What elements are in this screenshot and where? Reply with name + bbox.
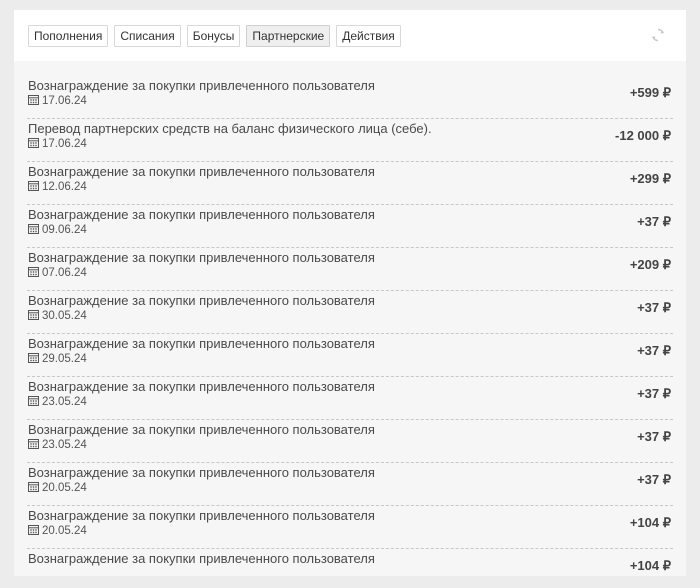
transaction-date-text: 29.05.24 — [42, 353, 87, 365]
transaction-list: Вознаграждение за покупки привлеченного … — [14, 61, 686, 576]
calendar-icon — [28, 223, 39, 237]
transaction-amount: +37 ₽ — [637, 429, 671, 444]
transaction-amount: -12 000 ₽ — [615, 128, 671, 143]
transaction-title: Вознаграждение за покупки привлеченного … — [28, 508, 375, 523]
transaction-date: 07.06.24 — [28, 266, 87, 280]
filter-tabs: Пополнения Списания Бонусы Партнерские Д… — [28, 25, 401, 47]
transaction-amount: +104 ₽ — [629, 515, 671, 530]
transaction-title: Вознаграждение за покупки привлеченного … — [28, 250, 375, 265]
calendar-icon — [28, 352, 39, 366]
tab-withdrawals[interactable]: Списания — [114, 25, 181, 47]
transaction-date-text: 23.05.24 — [42, 439, 87, 451]
tab-actions[interactable]: Действия — [336, 25, 401, 47]
transaction-date: 17.06.24 — [28, 137, 87, 151]
transaction-date: 30.05.24 — [28, 309, 87, 323]
calendar-icon — [28, 438, 39, 452]
transaction-date: 23.05.24 — [28, 395, 87, 409]
transaction-date: 23.05.24 — [28, 438, 87, 452]
transaction-date-text: 20.05.24 — [42, 482, 87, 494]
transaction-amount: +37 ₽ — [637, 300, 671, 315]
transaction-title: Вознаграждение за покупки привлеченного … — [28, 551, 375, 566]
transaction-amount: +104 ₽ — [629, 558, 671, 573]
calendar-icon — [28, 94, 39, 108]
transaction-row: Вознаграждение за покупки привлеченного … — [27, 377, 673, 420]
transaction-date-text: 12.06.24 — [42, 181, 87, 193]
transaction-date-text: 17.06.24 — [42, 138, 87, 150]
calendar-icon — [28, 266, 39, 280]
transaction-row: Вознаграждение за покупки привлеченного … — [27, 291, 673, 334]
transaction-row: Перевод партнерских средств на баланс фи… — [27, 119, 673, 162]
transaction-row: Вознаграждение за покупки привлеченного … — [27, 506, 673, 549]
transaction-date-text: 07.06.24 — [42, 267, 87, 279]
transaction-date: 09.06.24 — [28, 223, 87, 237]
transaction-amount: +209 ₽ — [629, 257, 671, 272]
transactions-panel: Пополнения Списания Бонусы Партнерские Д… — [14, 10, 686, 576]
transaction-date: 29.05.24 — [28, 352, 87, 366]
transaction-date: 20.05.24 — [28, 481, 87, 495]
transaction-row: Вознаграждение за покупки привлеченного … — [27, 248, 673, 291]
transaction-row: Вознаграждение за покупки привлеченного … — [27, 549, 673, 576]
calendar-icon — [28, 137, 39, 151]
transaction-row: Вознаграждение за покупки привлеченного … — [27, 205, 673, 248]
transaction-date: 17.06.24 — [28, 94, 87, 108]
transaction-title: Вознаграждение за покупки привлеченного … — [28, 293, 375, 308]
transaction-amount: +37 ₽ — [637, 472, 671, 487]
transaction-amount: +299 ₽ — [629, 171, 671, 186]
refresh-icon[interactable] — [650, 27, 666, 43]
transaction-row: Вознаграждение за покупки привлеченного … — [27, 463, 673, 506]
calendar-icon — [28, 309, 39, 323]
transaction-date-text: 30.05.24 — [42, 310, 87, 322]
calendar-icon — [28, 395, 39, 409]
transaction-row: Вознаграждение за покупки привлеченного … — [27, 162, 673, 205]
transaction-date-text: 20.05.24 — [42, 525, 87, 537]
transaction-row: Вознаграждение за покупки привлеченного … — [27, 420, 673, 463]
transaction-date-text: 09.06.24 — [42, 224, 87, 236]
transaction-title: Вознаграждение за покупки привлеченного … — [28, 78, 375, 93]
transaction-date: 20.05.24 — [28, 524, 87, 538]
transaction-title: Вознаграждение за покупки привлеченного … — [28, 207, 375, 222]
transaction-title: Перевод партнерских средств на баланс фи… — [28, 121, 432, 136]
calendar-icon — [28, 524, 39, 538]
transaction-date: 12.06.24 — [28, 180, 87, 194]
tab-bonuses[interactable]: Бонусы — [186, 25, 241, 47]
calendar-icon — [28, 481, 39, 495]
filter-header: Пополнения Списания Бонусы Партнерские Д… — [14, 10, 686, 61]
calendar-icon — [28, 180, 39, 194]
transaction-amount: +37 ₽ — [637, 386, 671, 401]
tab-replenishments[interactable]: Пополнения — [28, 25, 109, 47]
transaction-date-text: 23.05.24 — [42, 396, 87, 408]
transaction-amount: +37 ₽ — [637, 214, 671, 229]
tab-partner[interactable]: Партнерские — [246, 25, 331, 47]
transaction-title: Вознаграждение за покупки привлеченного … — [28, 336, 375, 351]
transaction-row: Вознаграждение за покупки привлеченного … — [27, 61, 673, 119]
transaction-title: Вознаграждение за покупки привлеченного … — [28, 422, 375, 437]
transaction-amount: +599 ₽ — [629, 85, 671, 100]
transaction-row: Вознаграждение за покупки привлеченного … — [27, 334, 673, 377]
transaction-title: Вознаграждение за покупки привлеченного … — [28, 465, 375, 480]
transaction-amount: +37 ₽ — [637, 343, 671, 358]
transaction-title: Вознаграждение за покупки привлеченного … — [28, 164, 375, 179]
transaction-date-text: 17.06.24 — [42, 95, 87, 107]
transaction-title: Вознаграждение за покупки привлеченного … — [28, 379, 375, 394]
